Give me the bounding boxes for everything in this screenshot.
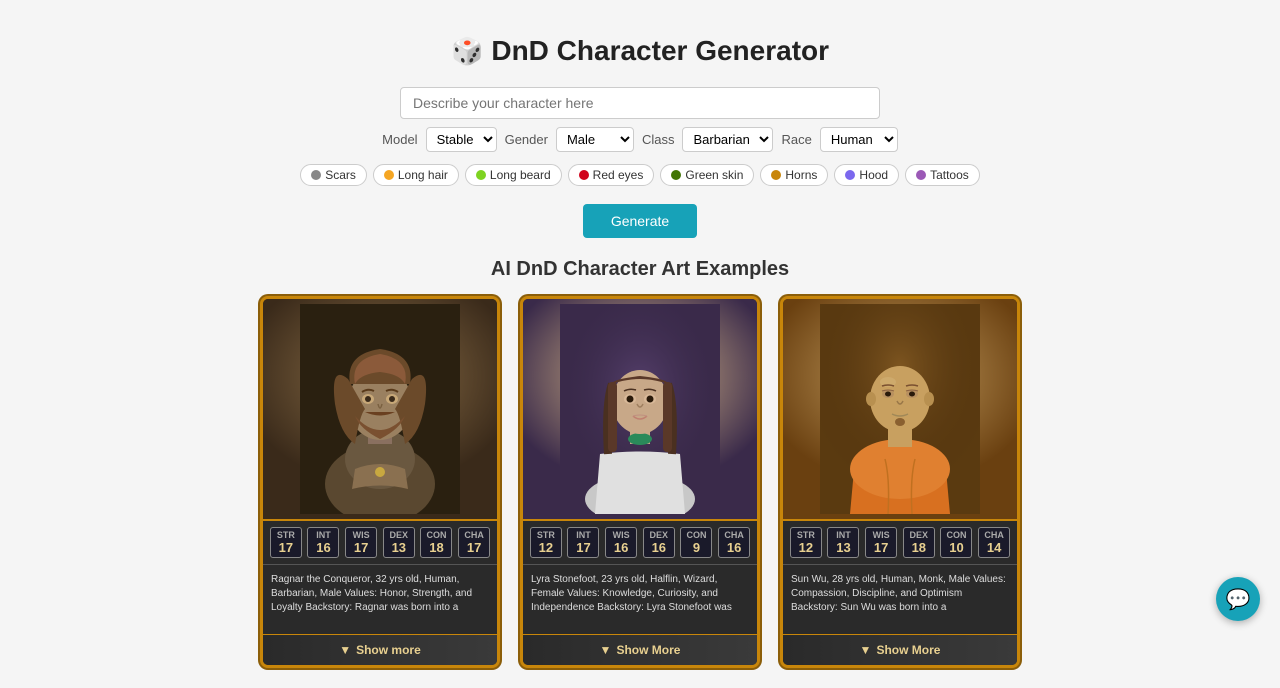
stat-str-wizard: STR 12: [530, 527, 562, 558]
race-select[interactable]: Human Elf Dwarf Halfling Orc: [820, 127, 898, 152]
card-stats-barbarian: STR 17 INT 16 WIS 17 DEX 13 CON 18: [263, 519, 497, 564]
tag-tattoos-label: Tattoos: [930, 168, 969, 182]
portrait-wizard: [523, 299, 757, 519]
model-label: Model: [382, 132, 417, 147]
card-stats-wizard: STR 12 INT 17 WIS 16 DEX 16 CON 9: [523, 519, 757, 564]
show-more-barbarian[interactable]: ▼ Show more: [263, 634, 497, 665]
portrait-barbarian: [263, 299, 497, 519]
stat-cha-monk: CHA 14: [978, 527, 1010, 558]
tag-long-beard-label: Long beard: [490, 168, 551, 182]
stat-str-monk: STR 12: [790, 527, 822, 558]
stat-wis-barbarian: WIS 17: [345, 527, 377, 558]
portrait-monk: [783, 299, 1017, 519]
show-more-wizard[interactable]: ▼ Show More: [523, 634, 757, 665]
show-more-icon-barbarian: ▼: [339, 643, 351, 657]
card-image-barbarian: [263, 299, 497, 519]
tattoos-dot: [916, 170, 926, 180]
wizard-description: Lyra Stonefoot, 23 yrs old, Halflin, Wiz…: [531, 574, 732, 613]
stat-dex-monk: DEX 18: [903, 527, 935, 558]
stat-cha-barbarian: CHA 17: [458, 527, 490, 558]
describe-input[interactable]: [400, 87, 880, 119]
section-title: AI DnD Character Art Examples: [20, 258, 1260, 281]
tag-red-eyes[interactable]: Red eyes: [568, 164, 655, 186]
tag-scars[interactable]: Scars: [300, 164, 367, 186]
stat-str-barbarian: STR 17: [270, 527, 302, 558]
card-stats-monk: STR 12 INT 13 WIS 17 DEX 18 CON 10: [783, 519, 1017, 564]
tag-green-skin-label: Green skin: [685, 168, 743, 182]
monk-description: Sun Wu, 28 yrs old, Human, Monk, Male Va…: [791, 574, 1006, 613]
input-section: Model Stable Fast HD Gender Male Female …: [20, 87, 1260, 238]
stat-con-wizard: CON 9: [680, 527, 712, 558]
stat-con-barbarian: CON 18: [420, 527, 452, 558]
tag-tattoos[interactable]: Tattoos: [905, 164, 980, 186]
page-wrapper: 🎲 DnD Character Generator Model Stable F…: [0, 0, 1280, 688]
character-card-monk: STR 12 INT 13 WIS 17 DEX 18 CON 10: [780, 296, 1020, 668]
stat-wis-monk: WIS 17: [865, 527, 897, 558]
show-more-monk[interactable]: ▼ Show More: [783, 634, 1017, 665]
card-image-wizard: [523, 299, 757, 519]
header: 🎲 DnD Character Generator: [20, 20, 1260, 77]
card-image-monk: [783, 299, 1017, 519]
stat-int-monk: INT 13: [827, 527, 859, 558]
show-more-label-wizard: Show More: [616, 643, 680, 657]
character-card-barbarian: STR 17 INT 16 WIS 17 DEX 13 CON 18: [260, 296, 500, 668]
gender-label: Gender: [505, 132, 548, 147]
tag-hood[interactable]: Hood: [834, 164, 899, 186]
race-label: Race: [781, 132, 811, 147]
scars-dot: [311, 170, 321, 180]
character-card-wizard: STR 12 INT 17 WIS 16 DEX 16 CON 9: [520, 296, 760, 668]
tag-red-eyes-label: Red eyes: [593, 168, 644, 182]
tag-long-hair[interactable]: Long hair: [373, 164, 459, 186]
long-beard-dot: [476, 170, 486, 180]
long-hair-dot: [384, 170, 394, 180]
tag-hood-label: Hood: [859, 168, 888, 182]
class-select[interactable]: Barbarian Wizard Monk Rogue Paladin: [682, 127, 773, 152]
cards-row: STR 17 INT 16 WIS 17 DEX 13 CON 18: [20, 296, 1260, 668]
title-text: DnD Character Generator: [491, 35, 829, 67]
barbarian-description: Ragnar the Conqueror, 32 yrs old, Human,…: [271, 574, 472, 613]
chat-icon: 💬: [1226, 587, 1251, 612]
card-desc-monk: Sun Wu, 28 yrs old, Human, Monk, Male Va…: [783, 564, 1017, 634]
tag-green-skin[interactable]: Green skin: [660, 164, 754, 186]
show-more-label-monk: Show More: [876, 643, 940, 657]
tag-long-hair-label: Long hair: [398, 168, 448, 182]
tag-long-beard[interactable]: Long beard: [465, 164, 562, 186]
tag-horns[interactable]: Horns: [760, 164, 828, 186]
show-more-icon-wizard: ▼: [600, 643, 612, 657]
card-desc-wizard: Lyra Stonefoot, 23 yrs old, Halflin, Wiz…: [523, 564, 757, 634]
hood-dot: [845, 170, 855, 180]
tags-row: Scars Long hair Long beard Red eyes Gree…: [300, 164, 980, 186]
chat-bubble[interactable]: 💬: [1216, 577, 1260, 621]
card-desc-barbarian: Ragnar the Conqueror, 32 yrs old, Human,…: [263, 564, 497, 634]
stat-wis-wizard: WIS 16: [605, 527, 637, 558]
dice-icon: 🎲: [451, 36, 483, 67]
model-select[interactable]: Stable Fast HD: [426, 127, 497, 152]
tag-scars-label: Scars: [325, 168, 356, 182]
generate-button[interactable]: Generate: [583, 204, 697, 238]
green-skin-dot: [671, 170, 681, 180]
controls-row: Model Stable Fast HD Gender Male Female …: [382, 127, 898, 152]
stat-int-wizard: INT 17: [567, 527, 599, 558]
stat-int-barbarian: INT 16: [307, 527, 339, 558]
class-label: Class: [642, 132, 675, 147]
show-more-icon-monk: ▼: [860, 643, 872, 657]
red-eyes-dot: [579, 170, 589, 180]
stat-cha-wizard: CHA 16: [718, 527, 750, 558]
app-title: 🎲 DnD Character Generator: [20, 35, 1260, 67]
horns-dot: [771, 170, 781, 180]
show-more-label-barbarian: Show more: [356, 643, 421, 657]
stat-dex-wizard: DEX 16: [643, 527, 675, 558]
stat-dex-barbarian: DEX 13: [383, 527, 415, 558]
stat-con-monk: CON 10: [940, 527, 972, 558]
tag-horns-label: Horns: [785, 168, 817, 182]
gender-select[interactable]: Male Female Other: [556, 127, 634, 152]
